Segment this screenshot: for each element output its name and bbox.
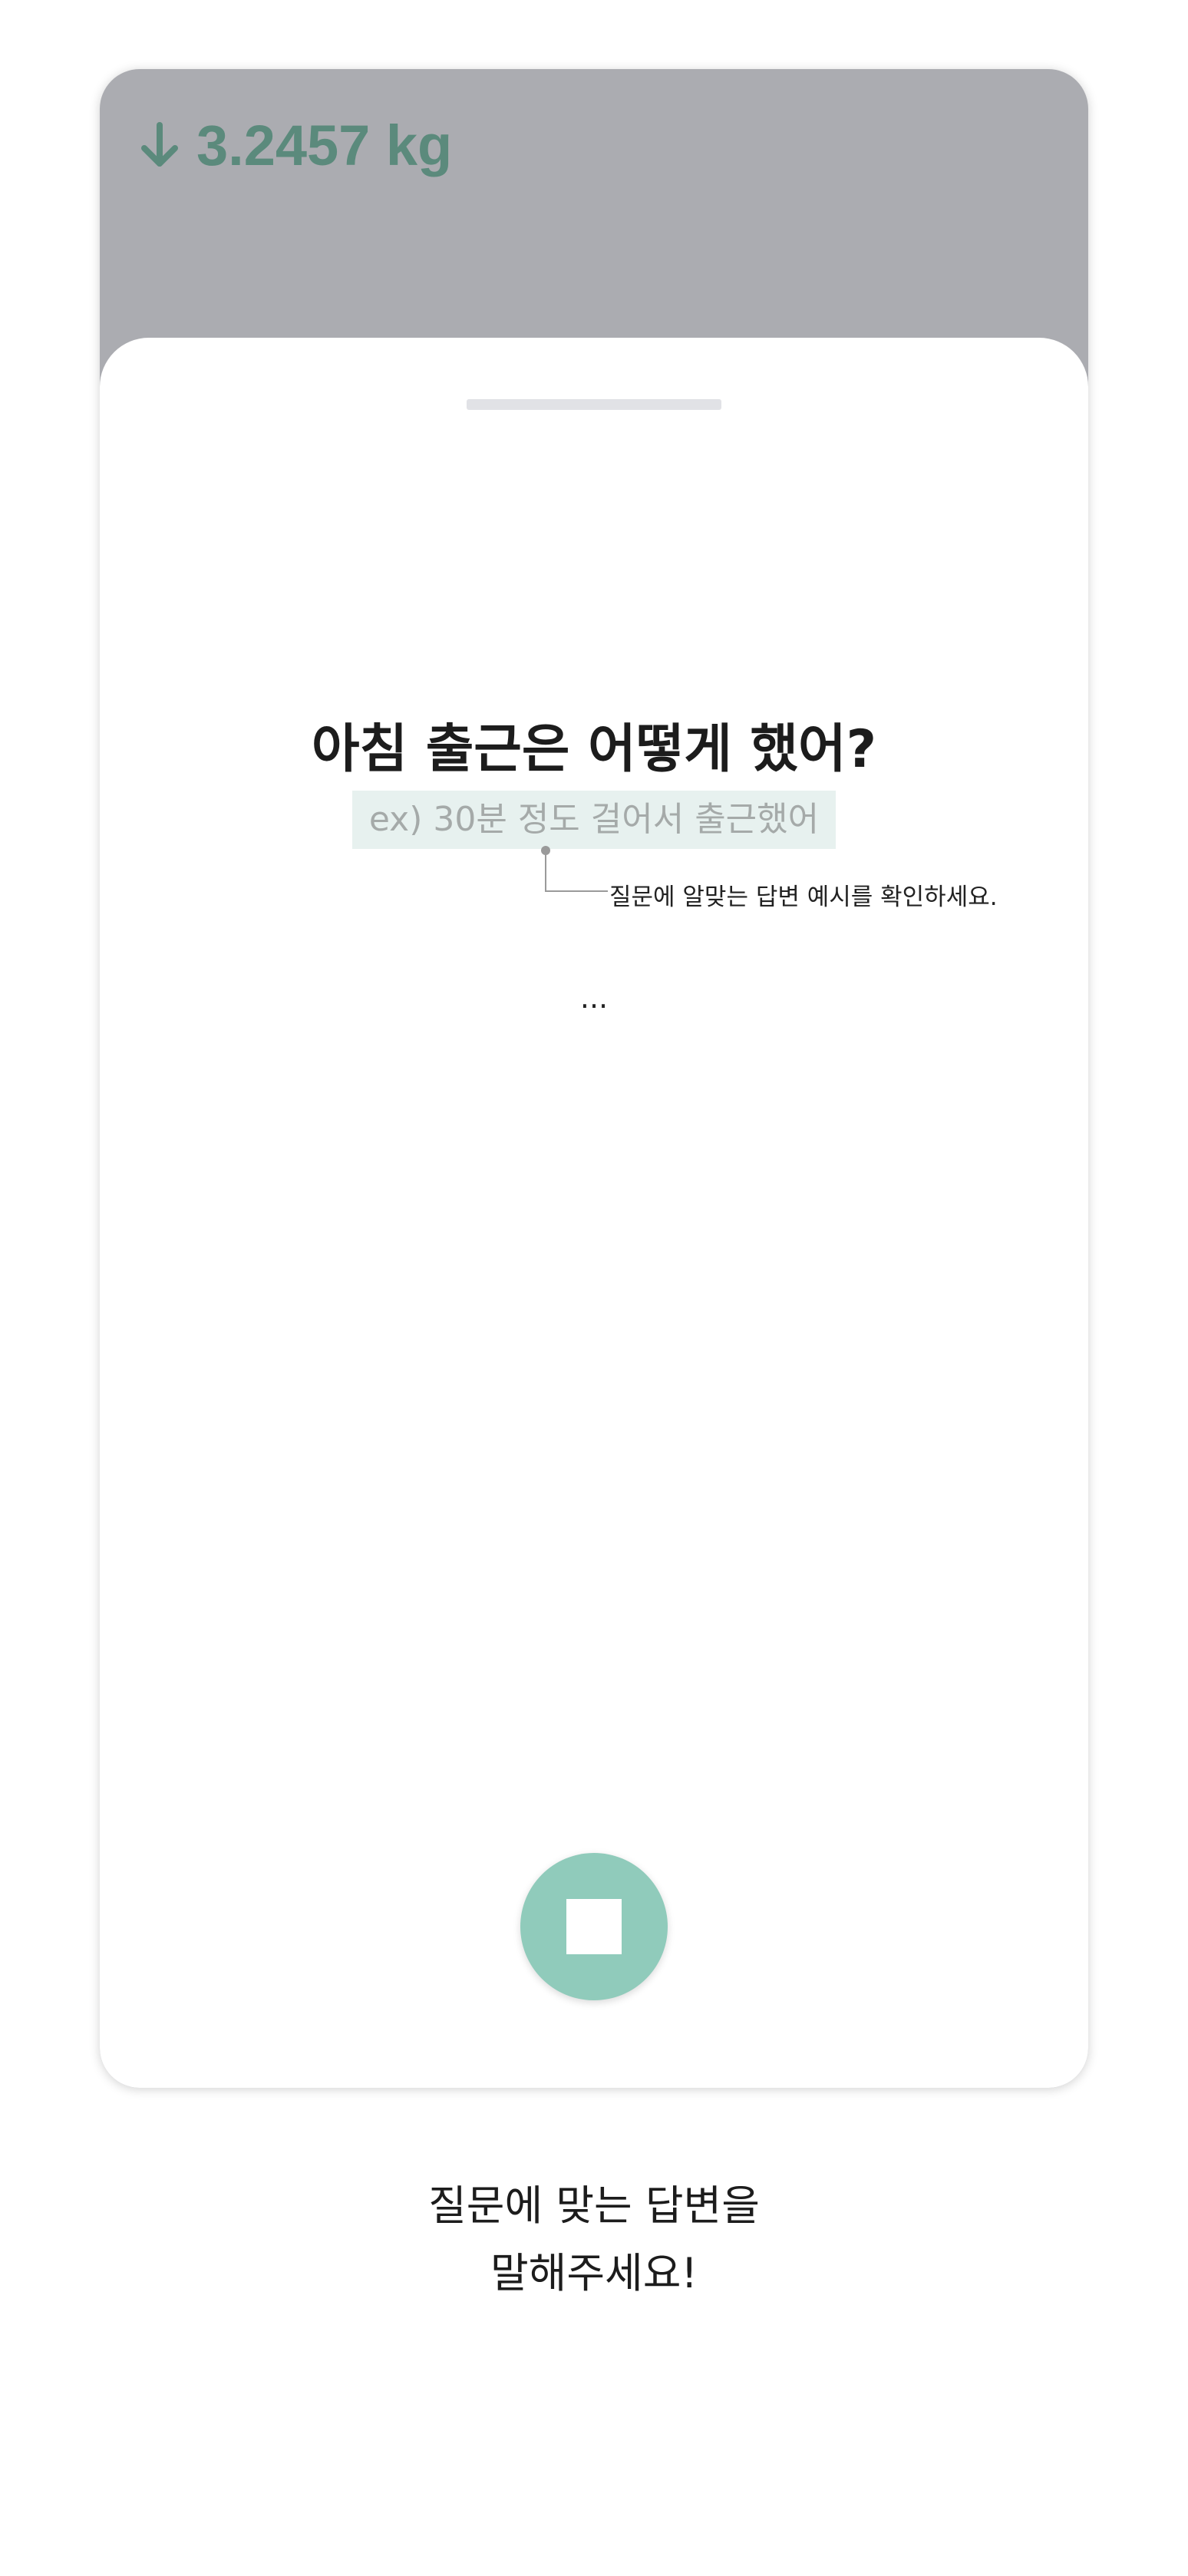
- drag-handle[interactable]: [467, 399, 721, 410]
- instruction-line-1: 질문에 맞는 답변을: [428, 2181, 760, 2230]
- question-sheet: 아침 출근은 어떻게 했어? ex) 30분 정도 걸어서 출근했어 질문에 알…: [100, 338, 1088, 2088]
- example-answer: ex) 30분 정도 걸어서 출근했어: [351, 791, 837, 849]
- hint-text: 질문에 알맞는 답변 예시를 확인하세요.: [609, 883, 998, 911]
- result-card: 3.2457 kg 아침 출근은 어떻게 했어? ex) 30분 정도 걸어서 …: [100, 69, 1088, 2088]
- example-answer-wrap: ex) 30분 정도 걸어서 출근했어: [100, 791, 1088, 849]
- stop-icon: [566, 1899, 622, 1954]
- weight-change-stat: 3.2457 kg: [140, 111, 452, 180]
- weight-change-value: 3.2457 kg: [196, 113, 453, 177]
- arrow-down-icon: [140, 122, 180, 168]
- instruction-text: 질문에 맞는 답변을 말해주세요!: [0, 2172, 1188, 2307]
- instruction-line-2: 말해주세요!: [490, 2249, 698, 2297]
- hint-connector-icon: [541, 846, 608, 892]
- question-text: 아침 출근은 어떻게 했어?: [311, 719, 877, 780]
- listening-indicator: ...: [579, 981, 609, 1015]
- stop-recording-button[interactable]: [520, 1853, 668, 2000]
